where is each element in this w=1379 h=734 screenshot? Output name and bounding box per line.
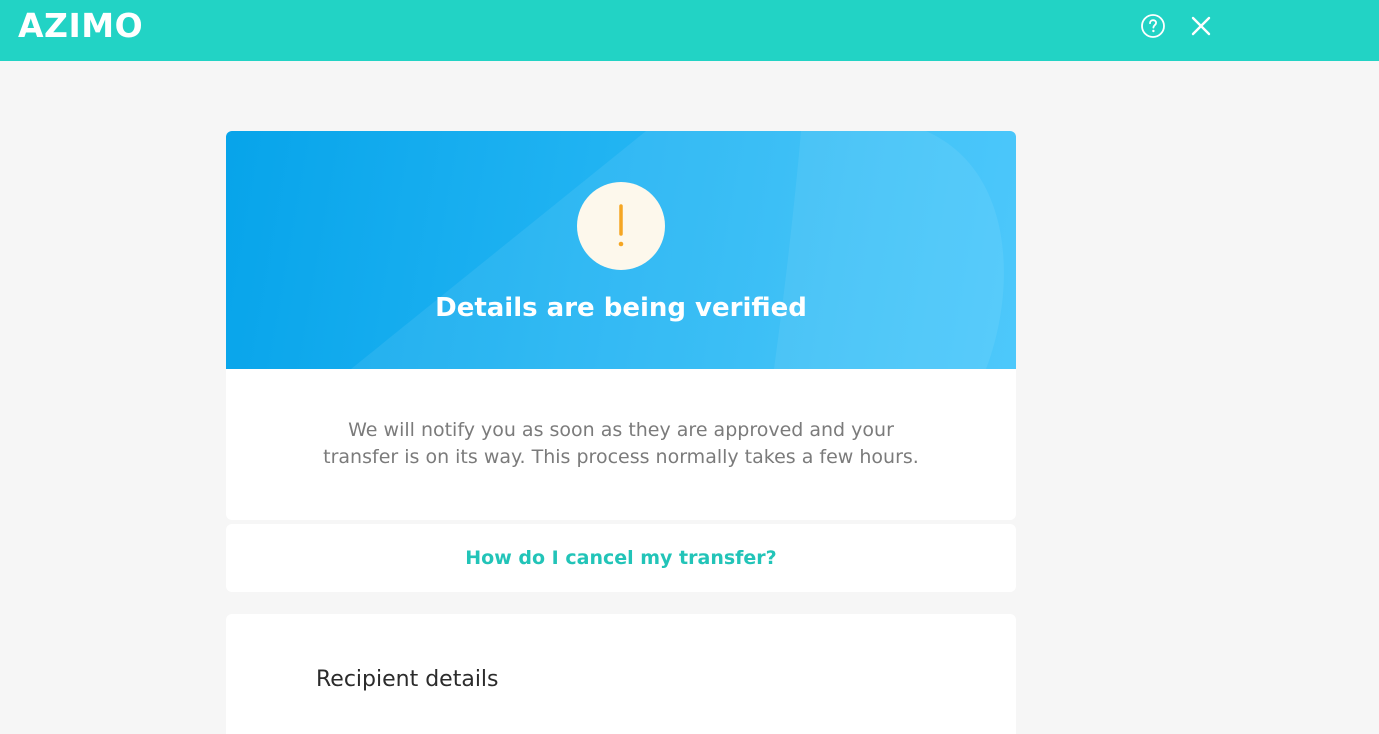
close-button[interactable] [1190,15,1212,37]
status-message: We will notify you as soon as they are a… [323,419,919,468]
top-bar: AZIMO [0,0,1379,61]
status-message-card: We will notify you as soon as they are a… [226,369,1016,520]
azimo-logo[interactable]: AZIMO [18,9,143,43]
warning-badge [577,182,665,270]
help-button[interactable] [1141,14,1165,38]
exclamation-icon [618,204,624,247]
recipient-details-card: Recipient details [226,614,1016,734]
cancel-transfer-link[interactable]: How do I cancel my transfer? [226,545,1016,571]
cancel-help-card: How do I cancel my transfer? [226,524,1016,592]
recipient-section-title: Recipient details [316,667,499,692]
question-circle-icon [1141,14,1165,38]
status-title: Details are being verified [435,293,807,323]
status-hero: Details are being verified [226,131,1016,369]
close-icon [1191,16,1211,36]
